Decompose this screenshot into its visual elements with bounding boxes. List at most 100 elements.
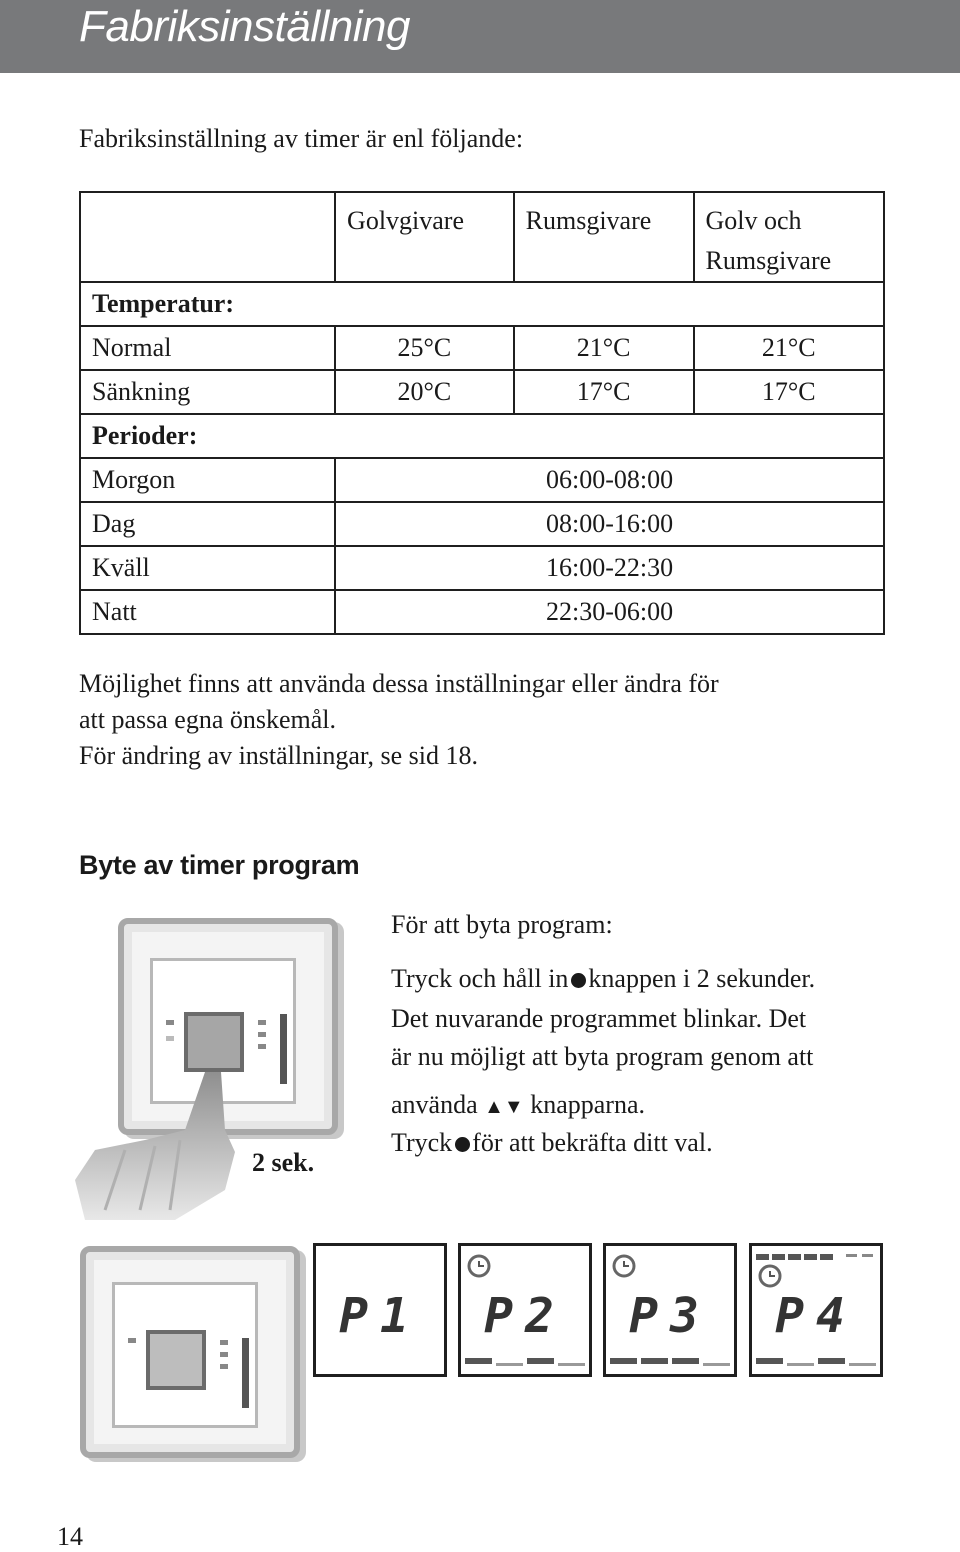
section-label-perioder: Perioder: xyxy=(79,413,885,459)
clock-hands-icon xyxy=(623,1261,629,1267)
cell-value: 21°C xyxy=(692,325,885,371)
finger-icon xyxy=(75,1072,235,1220)
instruction-text: Tryck xyxy=(391,1128,453,1157)
table-row: Natt 22:30-06:00 xyxy=(78,589,885,635)
section-heading-timer: Byte av timer program xyxy=(79,850,360,880)
cell-value: 16:00-22:30 xyxy=(334,545,885,591)
table-header-empty xyxy=(78,191,337,283)
row-label: Natt xyxy=(78,589,337,635)
table-row: Normal 25°C 21°C 21°C xyxy=(78,325,885,371)
lcd-p4-graphic: P4 xyxy=(756,1254,876,1366)
lcd-bottom-segment xyxy=(787,1363,814,1366)
lcd-program-label: P1 xyxy=(339,1288,421,1344)
instruction-text: för att bekräfta ditt val. xyxy=(472,1128,713,1157)
thermostat-led xyxy=(128,1338,136,1343)
instruction-text: använda xyxy=(391,1090,478,1119)
table-section-row: Temperatur: xyxy=(79,281,885,327)
ok-button-dot-icon xyxy=(455,1137,471,1153)
table-row: Sänkning 20°C 17°C 17°C xyxy=(78,369,885,415)
table-row: Morgon 06:00-08:00 xyxy=(78,457,885,503)
up-down-arrows-icon: ▲▼ xyxy=(484,1096,524,1118)
lcd-top-segment xyxy=(788,1254,801,1260)
thermostat-led xyxy=(258,1020,266,1025)
lcd-program-label: P3 xyxy=(629,1288,711,1344)
row-label: Morgon xyxy=(78,457,337,503)
lcd-bottom-segment xyxy=(672,1358,699,1364)
instruction-text: Tryck och håll in xyxy=(391,964,569,993)
thermostat-illustration-p1 xyxy=(80,1246,300,1458)
lcd-bottom-segment xyxy=(558,1363,585,1366)
thermostat-side-bar xyxy=(242,1338,249,1408)
thermostat-side-bar xyxy=(280,1014,287,1084)
lcd-top-segment xyxy=(756,1254,769,1260)
lcd-program-label: P4 xyxy=(775,1288,857,1344)
header-band: Fabriksinställning xyxy=(0,0,960,73)
column-header-line1: Golv och xyxy=(705,206,802,235)
instruction-line: är nu möjligt att byta program genom att xyxy=(391,1042,814,1071)
hold-duration-label: 2 sek. xyxy=(252,1148,315,1177)
ok-button-dot-icon xyxy=(571,973,587,989)
factory-settings-table: Golvgivare Rumsgivare Golv och Rumsgivar… xyxy=(78,191,885,635)
lcd-p2-graphic: P2 xyxy=(465,1254,585,1366)
cell-value: 08:00-16:00 xyxy=(334,501,885,547)
thermostat-led xyxy=(220,1352,228,1357)
cell-value: 17°C xyxy=(512,369,695,415)
lcd-bottom-segment xyxy=(818,1358,845,1364)
column-header-golvgivare: Golvgivare xyxy=(334,191,515,283)
lcd-display-p3: P3 xyxy=(603,1243,737,1377)
lcd-bottom-segment xyxy=(496,1363,523,1366)
thermostat-led xyxy=(220,1364,228,1369)
lcd-bottom-segment xyxy=(527,1358,554,1364)
lcd-bottom-segment xyxy=(465,1358,492,1364)
note-line: För ändring av inställningar, se sid 18. xyxy=(79,741,479,770)
section-label-temperatur: Temperatur: xyxy=(79,281,885,327)
row-label: Sänkning xyxy=(78,369,337,415)
lcd-bottom-segment xyxy=(849,1363,876,1366)
thermostat-led xyxy=(258,1032,266,1037)
table-section-row: Perioder: xyxy=(79,413,885,459)
instruction-text: knapparna. xyxy=(530,1090,645,1119)
cell-value: 06:00-08:00 xyxy=(334,457,885,503)
lcd-p1-graphic: P1 xyxy=(339,1288,421,1344)
lcd-program-label: P2 xyxy=(484,1288,566,1344)
instruction-text: knappen i 2 sekunder. xyxy=(588,964,816,993)
lcd-bottom-segment xyxy=(703,1363,730,1366)
lcd-top-segment xyxy=(820,1254,833,1260)
instruction-line: använda ▲▼ knapparna. xyxy=(391,1090,645,1120)
page-number: 14 xyxy=(57,1522,83,1551)
lcd-display-p4: P4 xyxy=(749,1243,883,1377)
lcd-top-segment xyxy=(772,1254,785,1260)
row-label: Kväll xyxy=(78,545,337,591)
lcd-bottom-segment xyxy=(610,1358,637,1364)
clock-hands-icon xyxy=(769,1271,775,1277)
column-header-line2: Rumsgivare xyxy=(705,246,832,275)
cell-value: 25°C xyxy=(334,325,515,371)
note-line: att passa egna önskemål. xyxy=(79,705,337,734)
lcd-top-segment xyxy=(862,1254,873,1257)
note-paragraph: Möjlighet finns att använda dessa instäl… xyxy=(79,666,719,774)
table-row: Kväll 16:00-22:30 xyxy=(78,545,885,591)
lcd-display-p1: P1 xyxy=(313,1243,447,1377)
instruction-line: Tryck för att bekräfta ditt val. xyxy=(391,1128,713,1158)
thermostat-led xyxy=(258,1044,266,1049)
lcd-top-segment xyxy=(804,1254,817,1260)
note-line: Möjlighet finns att använda dessa instäl… xyxy=(79,669,719,698)
instruction-line: Tryck och håll in knappen i 2 sekunder. xyxy=(391,964,815,994)
thermostat-screen xyxy=(146,1330,206,1390)
cell-value: 17°C xyxy=(692,369,885,415)
lcd-bottom-segment xyxy=(641,1358,668,1364)
thermostat-led xyxy=(220,1340,228,1345)
lcd-top-segment xyxy=(846,1254,857,1257)
column-header-rumsgivare: Rumsgivare xyxy=(512,191,695,283)
row-label: Dag xyxy=(78,501,337,547)
cell-value: 22:30-06:00 xyxy=(334,589,885,635)
lcd-p3-graphic: P3 xyxy=(610,1254,730,1366)
cell-value: 21°C xyxy=(512,325,695,371)
page-title: Fabriksinställning xyxy=(79,2,410,51)
intro-text: Fabriksinställning av timer är enl följa… xyxy=(79,124,524,153)
column-header-golv-och-rumsgivare: Golv och Rumsgivare xyxy=(692,191,885,283)
lcd-display-p2: P2 xyxy=(458,1243,592,1377)
instruction-line: Det nuvarande programmet blinkar. Det xyxy=(391,1004,807,1033)
thermostat-led xyxy=(166,1020,174,1025)
instruction-intro: För att byta program: xyxy=(391,910,613,939)
